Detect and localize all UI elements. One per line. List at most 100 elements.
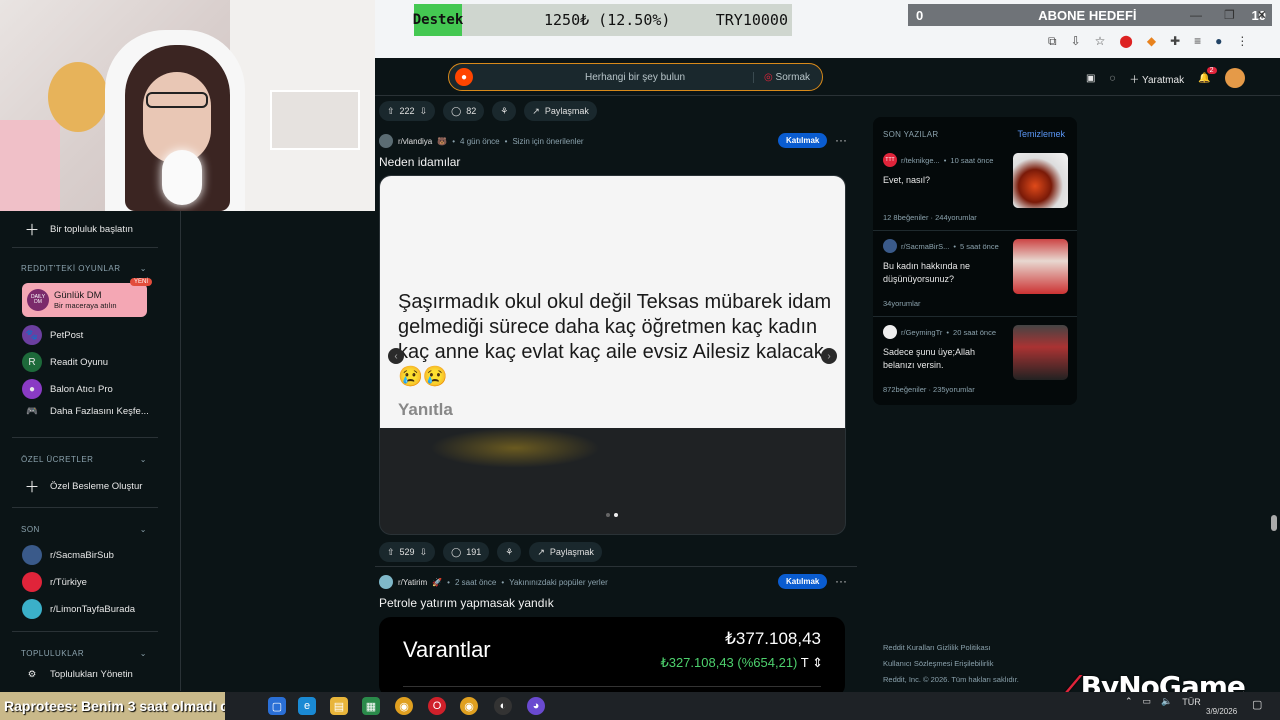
subreddit-link[interactable]: r/vlandiya [398,137,432,146]
subreddit-avatar[interactable] [379,134,393,148]
daily-dm-title: Günlük DM [54,290,102,301]
subreddit-link[interactable]: r/Yatirim [398,578,427,587]
translate-icon[interactable]: ⧉ [1048,34,1057,49]
post-actions: ⇧ 222 ⇩ ◯ 82 ⚘ ↗ Paylaşmak [379,101,597,121]
post-image-gallery[interactable]: Şaşırmadık okul okul değil Teksas mübare… [379,175,846,535]
communities-section-header[interactable]: TOPLULUKLAR ⌄ [21,649,147,658]
minimize-button[interactable]: — [1190,8,1202,22]
post-title[interactable]: Neden idamılar [379,155,460,169]
recent-stats: 872beğeniler · 235yorumlar [883,385,975,394]
comments-button[interactable]: ◯ 82 [443,101,485,121]
game-item-petpost[interactable]: 🐾 PetPost [22,325,83,345]
discord-icon[interactable]: ◕ [527,697,545,715]
notifications-bell-icon[interactable]: 🔔 2 [1198,66,1217,84]
start-community-link[interactable]: ＋ Bir topluluk başlatın [22,219,132,240]
install-icon[interactable]: ⇩ [1071,34,1081,49]
downvote-icon[interactable]: ⇩ [420,547,428,558]
recent-time: 5 saat önce [959,241,999,251]
edge-icon[interactable]: e [298,697,316,715]
prev-image-icon[interactable]: ‹ [388,348,404,364]
next-image-icon[interactable]: › [821,348,837,364]
create-feed-link[interactable]: ＋ Özel Besleme Oluştur [22,476,142,497]
reddit-logo-icon[interactable]: ● [455,68,473,86]
chrome-icon[interactable]: ◉ [395,697,413,715]
award-button[interactable]: ⚘ [497,542,522,562]
notification-center-icon[interactable]: ▢ [1252,698,1262,711]
recent-posts-title: SON YAZILAR [883,130,939,139]
user-avatar[interactable] [1224,68,1245,88]
recent-post-card[interactable]: TTT r/teknikge... • 10 saat önce Evet, nası… [883,153,1068,222]
clear-button[interactable]: Temizlemek [1017,129,1065,139]
menu-icon[interactable]: ⋮ [1236,34,1248,49]
recent-item[interactable]: r/LimonTayfaBurada [22,599,135,619]
chevron-down-icon: ⌄ [139,649,147,658]
extensions-icon[interactable]: ✚ [1170,34,1180,49]
upvote-icon[interactable]: ⇧ [387,106,395,117]
manage-communities-link[interactable]: ⚙ Toplulukları Yönetin [22,669,133,680]
teams-icon[interactable]: ▢ [268,697,286,715]
recent-post-card[interactable]: r/GeymingTr • 20 saat önce Sadece şunu üye… [883,325,1068,394]
network-icon[interactable]: ▭ [1143,696,1152,707]
footer-links-1[interactable]: Reddit Kuralları Gizlilik Politikası [883,640,1019,656]
post-actions: ⇧ 529 ⇩ ◯ 191 ⚘ ↗ Paylaşmak [379,542,602,562]
create-button[interactable]: ＋ Yaratmak [1129,71,1184,86]
game-item-readit[interactable]: R Readit Oyunu [22,352,108,372]
ad-icon[interactable]: ▣ [1086,73,1095,84]
search-input[interactable]: Herhangi bir şey bulun [585,72,685,83]
obs-icon[interactable]: ◐ [494,697,512,715]
adblock-icon[interactable]: ⬤ [1119,34,1132,49]
media-unit: T ⇕ [800,655,823,670]
notif-count: 2 [1206,66,1217,74]
destek-label: Destek [413,4,463,36]
scrollbar[interactable] [1271,515,1277,531]
vote-control[interactable]: ⇧ 529 ⇩ [379,542,436,562]
file-explorer-icon[interactable]: ▤ [330,697,348,715]
downvote-icon[interactable]: ⇩ [420,106,428,117]
recent-item[interactable]: r/Türkiye [22,572,87,592]
close-button[interactable]: ✕ [1257,8,1267,22]
recent-section-header[interactable]: SON ⌄ [21,525,147,534]
subreddit-avatar [883,239,897,253]
more-options-icon[interactable]: ··· [835,133,847,147]
award-button[interactable]: ⚘ [492,101,517,121]
opera-icon[interactable]: O [428,697,446,715]
metamask-icon[interactable]: ◆ [1147,34,1156,49]
share-button[interactable]: ↗ Paylaşmak [529,542,602,562]
search-bar[interactable]: ● Herhangi bir şey bulun ◎ Sormak [448,63,823,91]
games-section-header[interactable]: REDDIT'TEKİ OYUNLAR ⌄ [21,264,147,273]
bookmark-star-icon[interactable]: ☆ [1095,34,1106,49]
ask-button[interactable]: ◎ Sormak [753,71,810,83]
tray-chevron-icon[interactable]: ⌃ [1125,696,1133,707]
reading-list-icon[interactable]: ≡ [1194,34,1201,49]
language-indicator[interactable]: TÜR [1182,697,1201,707]
profile-icon[interactable]: ● [1215,34,1222,49]
footer-links-2[interactable]: Kullanıcı Sözleşmesi Erişilebilirlik [883,656,1019,672]
post-title[interactable]: Petrole yatırım yapmasak yandık [379,596,554,610]
more-games-link[interactable]: 🎮 Daha Fazlasını Keşfe... [22,406,149,417]
recent-stats: 34yorumlar [883,299,921,308]
upvote-icon[interactable]: ⇧ [387,547,395,558]
volume-icon[interactable]: 🔈 [1161,696,1172,707]
chrome-active-icon[interactable]: ◉ [460,697,478,715]
balloon-icon: ● [22,379,42,399]
join-button[interactable]: Katılmak [778,133,828,148]
share-label: Paylaşmak [544,106,589,116]
more-options-icon[interactable]: ··· [835,574,847,588]
comments-button[interactable]: ◯ 191 [443,542,490,562]
manage-communities-label: Toplulukları Yönetin [50,669,133,680]
recent-item[interactable]: r/SacmaBirSub [22,545,114,565]
recent-post-card[interactable]: r/SacmaBirS... • 5 saat önce Bu kadın hakk… [883,239,1068,308]
maximize-button[interactable]: ❐ [1224,8,1235,22]
share-button[interactable]: ↗ Paylaşmak [524,101,597,121]
post-image[interactable]: Varantlar ₺377.108,43 ₺327.108,43 (%654,… [379,617,845,697]
chat-icon[interactable]: ◌ [1109,73,1115,84]
store-icon[interactable]: ▦ [362,697,380,715]
daily-dm-card[interactable]: DAILY DM Günlük DM Bir maceraya atılın YE… [22,278,152,317]
join-button[interactable]: Katılmak [778,574,828,589]
clock[interactable]: 3/9/2026 [1206,694,1237,718]
custom-section-header[interactable]: ÖZEL ÜCRETLER ⌄ [21,455,147,464]
recent-section-title: SON [21,525,40,534]
vote-control[interactable]: ⇧ 222 ⇩ [379,101,436,121]
subreddit-avatar[interactable] [379,575,393,589]
game-item-balon[interactable]: ● Balon Atıcı Pro [22,379,113,399]
